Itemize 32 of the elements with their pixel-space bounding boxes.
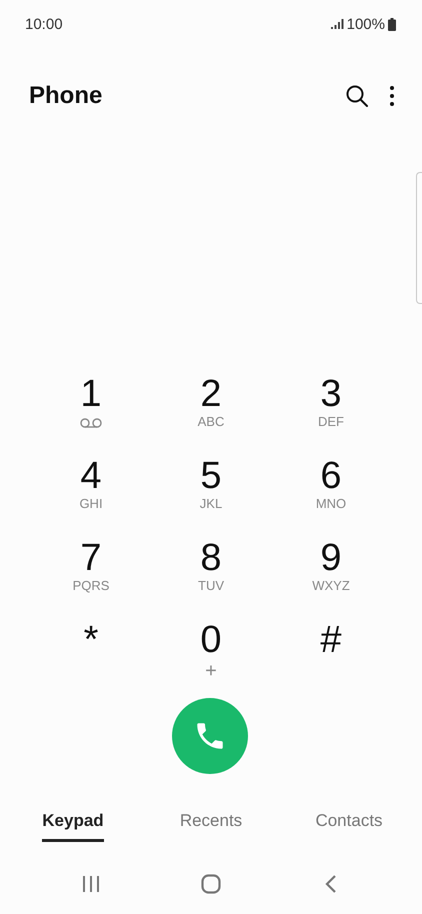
battery-icon — [388, 18, 396, 30]
clock: 10:00 — [25, 16, 63, 32]
signal-icon — [330, 19, 344, 29]
dial-key[interactable]: 9 WXYZ — [286, 532, 376, 610]
voicemail-icon — [80, 418, 102, 428]
more-options-button[interactable] — [388, 83, 396, 109]
tab[interactable]: Recents — [180, 806, 242, 842]
tab[interactable]: Keypad — [42, 806, 104, 842]
app-title: Phone — [29, 82, 104, 110]
more-icon — [390, 86, 394, 106]
home-icon — [201, 874, 221, 894]
dial-key[interactable]: * — [46, 614, 136, 692]
back-icon — [325, 874, 337, 894]
dial-key[interactable]: 3 DEF — [286, 368, 376, 446]
back-button[interactable] — [325, 874, 337, 894]
dial-key[interactable]: 7 PQRS — [46, 532, 136, 610]
recent-apps-icon — [82, 875, 100, 893]
dial-key[interactable]: 1 — [46, 368, 136, 446]
dial-key[interactable]: 6 MNO — [286, 450, 376, 528]
recent-apps-button[interactable] — [82, 875, 100, 893]
dial-key[interactable]: 2 ABC — [166, 368, 256, 446]
battery-percentage: 100% — [346, 16, 385, 32]
dial-key[interactable]: 5 JKL — [166, 450, 256, 528]
edge-panel-handle[interactable] — [416, 172, 422, 304]
dial-key[interactable]: 8 TUV — [166, 532, 256, 610]
dial-key[interactable]: 4 GHI — [46, 450, 136, 528]
dial-key[interactable]: # — [286, 614, 376, 692]
search-icon — [346, 85, 368, 107]
tab[interactable]: Contacts — [315, 806, 383, 842]
search-button[interactable] — [344, 83, 370, 109]
dial-key[interactable]: 0 + — [166, 614, 256, 692]
home-button[interactable] — [201, 874, 221, 894]
